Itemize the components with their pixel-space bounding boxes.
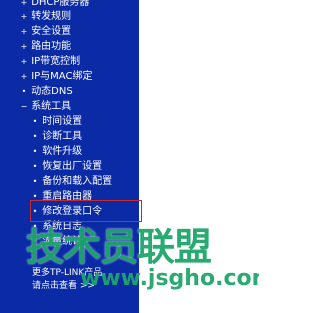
bullet-icon: • (32, 162, 38, 171)
page: + DHCP服务器 + 转发规则 + 安全设置 + 路由功能 + IP带宽控制 … (0, 0, 259, 313)
menu-item-label: 转发规则 (31, 11, 72, 22)
menu-item-dynamic-dns[interactable]: • 动态DNS (20, 85, 73, 99)
menu-item-ip-bandwidth[interactable]: + IP带宽控制 (20, 55, 81, 69)
menu-item-label: DHCP服务器 (31, 0, 90, 8)
menu-item-forwarding-rules[interactable]: + 转发规则 (20, 10, 72, 24)
expand-icon: + (20, 0, 28, 7)
submenu-item-time-settings[interactable]: • 时间设置 (31, 115, 83, 129)
menu-item-label: 软件升级 (42, 146, 83, 157)
watermark-url: www.jsgho.com (80, 266, 259, 291)
menu-item-routing[interactable]: + 路由功能 (20, 40, 72, 54)
submenu-item-backup-restore[interactable]: • 备份和载入配置 (31, 175, 113, 189)
watermark: 技术员联盟 www.jsgho.com (26, 216, 259, 308)
bullet-icon: • (32, 117, 38, 126)
expand-icon: + (20, 27, 28, 36)
expand-icon: + (20, 12, 28, 21)
menu-item-security-settings[interactable]: + 安全设置 (20, 25, 72, 39)
menu-item-label: 安全设置 (31, 26, 72, 37)
menu-item-label: 备份和载入配置 (42, 176, 113, 187)
submenu-item-firmware-upgrade[interactable]: • 软件升级 (31, 145, 83, 159)
menu-item-ip-mac-binding[interactable]: + IP与MAC绑定 (20, 70, 93, 84)
submenu-item-factory-reset[interactable]: • 恢复出厂设置 (31, 160, 103, 174)
menu-item-label: 动态DNS (31, 86, 73, 97)
menu-item-label: 路由功能 (31, 41, 72, 52)
submenu-item-diagnostic-tools[interactable]: • 诊断工具 (31, 130, 83, 144)
menu-item-label: 系统工具 (31, 101, 72, 112)
menu-item-label: 恢复出厂设置 (42, 161, 103, 172)
watermark-logo: 技术员联盟 (26, 225, 212, 269)
bullet-icon: • (21, 87, 27, 96)
menu-item-label: 时间设置 (42, 116, 83, 127)
collapse-icon: − (20, 102, 28, 111)
menu-item-dhcp-server[interactable]: + DHCP服务器 (20, 0, 90, 10)
menu-item-label: IP与MAC绑定 (31, 71, 93, 82)
bullet-icon: • (32, 147, 38, 156)
menu-item-label: 诊断工具 (42, 131, 83, 142)
menu-item-label: IP带宽控制 (31, 56, 81, 67)
menu-item-system-tools[interactable]: − 系统工具 (20, 100, 72, 114)
bullet-icon: • (32, 177, 38, 186)
expand-icon: + (20, 72, 28, 81)
expand-icon: + (20, 42, 28, 51)
bullet-icon: • (32, 132, 38, 141)
expand-icon: + (20, 57, 28, 66)
